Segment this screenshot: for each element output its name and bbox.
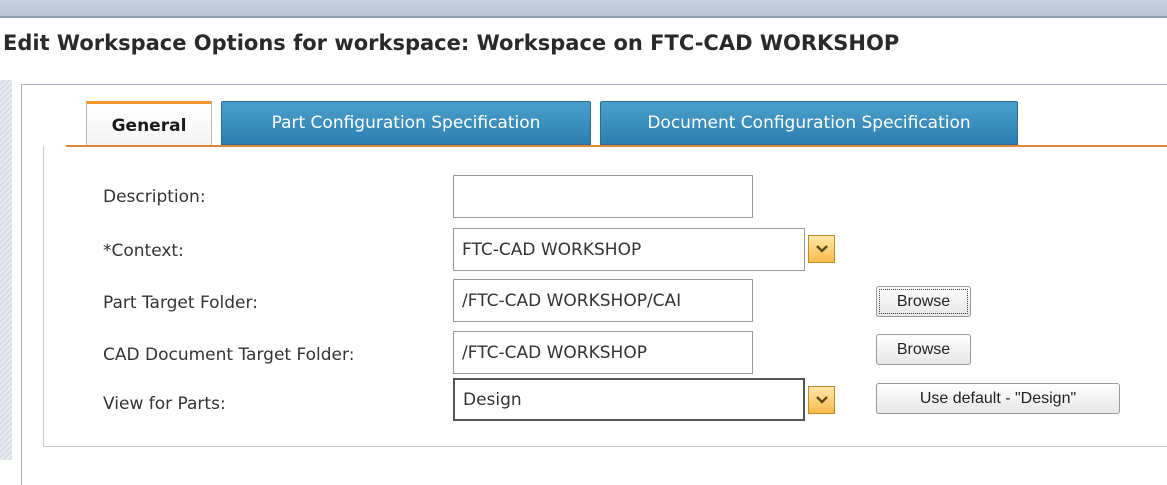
context-select-value: FTC-CAD WORKSHOP [462, 239, 642, 260]
cad-browse-button[interactable]: Browse [876, 334, 971, 365]
part-browse-button[interactable]: Browse [876, 286, 971, 317]
view-for-parts-value: Design [463, 389, 522, 410]
view-for-parts-dropdown-button[interactable] [808, 386, 835, 414]
chevron-down-icon [815, 245, 828, 253]
chevron-down-icon [815, 396, 828, 404]
cad-document-target-folder-value: /FTC-CAD WORKSHOP [462, 342, 647, 363]
context-dropdown-button[interactable] [808, 235, 835, 263]
tab-part-configuration-specification[interactable]: Part Configuration Specification [221, 101, 591, 145]
part-target-folder-label: Part Target Folder: [103, 293, 258, 313]
tab-document-configuration-specification[interactable]: Document Configuration Specification [600, 101, 1018, 145]
part-target-folder-value: /FTC-CAD WORKSHOP/CAI [462, 290, 682, 311]
use-default-design-button[interactable]: Use default - "Design" [876, 383, 1120, 414]
view-for-parts-label: View for Parts: [103, 394, 226, 414]
window-top-bar [0, 0, 1167, 16]
window-top-border [0, 16, 1167, 18]
cad-document-target-folder-label: CAD Document Target Folder: [103, 345, 355, 365]
tab-strip-underline [66, 145, 1167, 147]
view-for-parts-select[interactable]: Design [453, 378, 805, 421]
context-label: *Context: [103, 241, 184, 261]
tab-general[interactable]: General [86, 101, 212, 147]
cad-document-target-folder-field[interactable]: /FTC-CAD WORKSHOP [453, 331, 753, 374]
page-title: Edit Workspace Options for workspace: Wo… [3, 31, 900, 55]
description-field[interactable] [453, 175, 753, 218]
description-label: Description: [103, 187, 206, 207]
context-select[interactable]: FTC-CAD WORKSHOP [453, 228, 805, 271]
left-frame-edge [0, 80, 12, 460]
part-target-folder-field[interactable]: /FTC-CAD WORKSHOP/CAI [453, 279, 753, 322]
